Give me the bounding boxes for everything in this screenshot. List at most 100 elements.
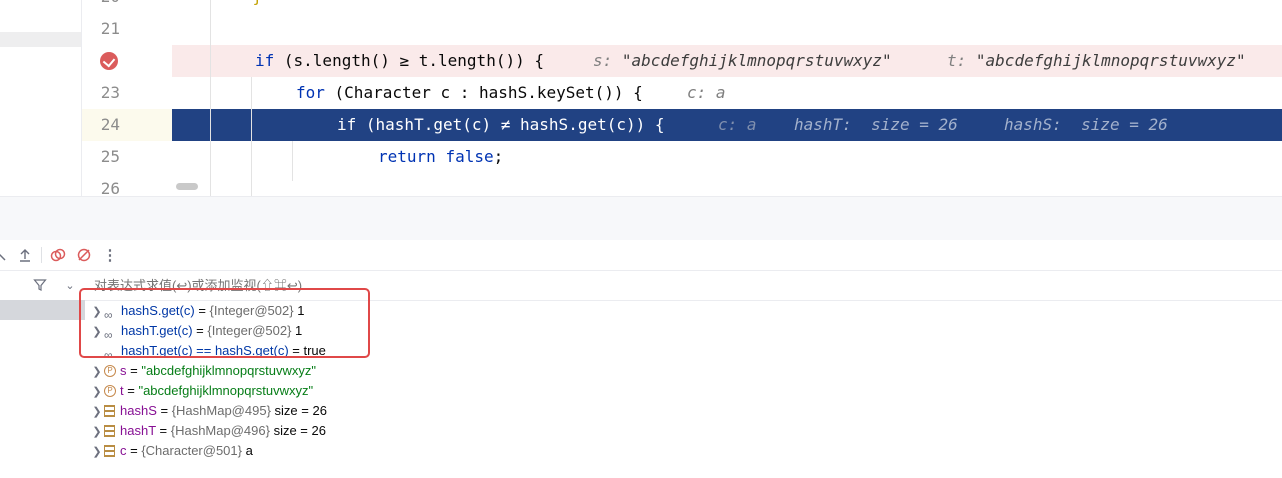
debug-tool-window-header xyxy=(0,196,1282,241)
filter-icon[interactable] xyxy=(30,275,50,295)
hint-text: c: a xyxy=(718,115,757,134)
watch-item[interactable]: ❯ ∞ hashS.get(c) = {Integer@502} 1 xyxy=(90,301,305,322)
line-number: 23 xyxy=(100,83,120,102)
value: true xyxy=(303,343,326,358)
value-type: {HashMap@496} xyxy=(170,423,270,438)
chevron-down-icon[interactable]: ⌄ xyxy=(60,275,80,295)
value-type: {HashMap@495} xyxy=(171,403,271,418)
indent-guide xyxy=(292,141,293,181)
debug-toolbar: ⋮ xyxy=(0,240,1282,271)
watch-item[interactable]: ❯ ∞ hashT.get(c) = {Integer@502} 1 xyxy=(90,321,303,342)
more-icon[interactable]: ⋮ xyxy=(100,245,120,265)
watch-expression: hashT.get(c) xyxy=(121,323,193,338)
variable-item[interactable]: ❯ c = {Character@501} a xyxy=(90,441,253,462)
line-number: 21 xyxy=(100,19,120,38)
value: "abcdefghijklmnopqrstuvwxyz" xyxy=(141,363,317,378)
expand-arrow-icon[interactable]: ❯ xyxy=(90,422,104,442)
value-type: {Integer@502} xyxy=(207,323,292,338)
keyword: return xyxy=(378,147,436,166)
view-breakpoints-icon[interactable] xyxy=(48,245,68,265)
keyword: for xyxy=(296,83,325,102)
field-icon xyxy=(104,444,115,457)
expand-arrow-icon[interactable]: ❯ xyxy=(90,322,104,342)
equals: = xyxy=(123,383,139,398)
inline-value-hint: hashT: size = 26 xyxy=(794,109,958,141)
variable-item[interactable]: ❯ hashT = {HashMap@496} size = 26 xyxy=(90,421,326,441)
watch-expression: hashS.get(c) xyxy=(121,303,195,318)
hint-label: s: xyxy=(593,51,613,70)
line-number: 25 xyxy=(100,147,120,166)
hint-label: t: xyxy=(947,51,967,70)
project-side-panel xyxy=(0,0,81,196)
variable-item[interactable]: ❯ hashS = {HashMap@495} size = 26 xyxy=(90,401,327,421)
watch-icon: ∞ xyxy=(104,327,113,342)
value: size = 26 xyxy=(270,403,327,418)
indent-guide xyxy=(251,77,252,196)
line-number: 26 xyxy=(100,179,120,196)
value: "abcdefghijklmnopqrstuvwxyz" xyxy=(138,383,314,398)
hint-value: "abcdefghijklmnopqrstuvwxyz" xyxy=(975,51,1246,70)
selected-side-item xyxy=(0,32,81,47)
indent-guide xyxy=(210,0,211,196)
inline-value-hint: c: a xyxy=(718,109,757,141)
line-number: 24 xyxy=(100,115,120,134)
equals: = xyxy=(126,363,142,378)
hint-value: "abcdefghijklmnopqrstuvwxyz" xyxy=(621,51,892,70)
code-text: (s.length() ≥ t.length()) { xyxy=(274,51,544,70)
code-line-25: return false; xyxy=(378,141,503,173)
code-line-22: if (s.length() ≥ t.length()) { xyxy=(255,45,544,77)
inline-value-hint: s: "abcdefghijklmnopqrstuvwxyz" xyxy=(593,45,892,77)
value: size = 26 xyxy=(269,423,326,438)
value: 1 xyxy=(291,323,303,338)
equals: = xyxy=(192,323,208,338)
value: 1 xyxy=(293,303,305,318)
code-text: ; xyxy=(493,147,504,166)
variable-item[interactable]: ❯ Ps = "abcdefghijklmnopqrstuvwxyz" xyxy=(90,361,316,381)
equals: = xyxy=(288,343,304,358)
horizontal-scrollbar[interactable] xyxy=(176,183,198,190)
equals: = xyxy=(126,443,142,458)
frames-panel xyxy=(0,300,85,478)
toolbar-separator xyxy=(41,247,42,263)
code-editor[interactable]: 20 21 23 24 25 26 } if (s.length() ≥ t.l… xyxy=(0,0,1282,196)
equals: = xyxy=(155,423,171,438)
hint-text: hashS: size = 26 xyxy=(1004,115,1168,134)
selected-frame[interactable] xyxy=(0,300,85,320)
variable-name: hashS xyxy=(120,403,157,418)
expand-arrow-icon[interactable]: ❯ xyxy=(90,302,104,322)
inline-value-hint: t: "abcdefghijklmnopqrstuvwxyz" xyxy=(947,45,1246,77)
parameter-icon: P xyxy=(104,364,116,377)
inline-value-hint: c: a xyxy=(687,83,726,102)
inline-value-hint: hashS: size = 26 xyxy=(1004,109,1168,141)
variable-item[interactable]: ❯ Pt = "abcdefghijklmnopqrstuvwxyz" xyxy=(90,381,313,401)
expand-arrow-icon[interactable]: ❯ xyxy=(90,382,104,402)
breakpoint-icon[interactable] xyxy=(100,52,118,70)
line-number: 20 xyxy=(82,0,120,13)
field-icon xyxy=(104,404,115,417)
evaluate-expression-input[interactable] xyxy=(94,271,694,300)
step-out-icon[interactable] xyxy=(15,245,35,265)
keyword: false xyxy=(445,147,494,166)
mute-breakpoints-icon[interactable] xyxy=(74,245,94,265)
step-into-icon[interactable] xyxy=(0,245,10,265)
expand-arrow-icon[interactable]: ❯ xyxy=(90,362,104,382)
code-line-24: if (hashT.get(c) ≠ hashS.get(c)) { xyxy=(337,109,665,141)
equals: = xyxy=(156,403,172,418)
value-type: {Character@501} xyxy=(141,443,242,458)
evaluate-expression-row: ⌄ xyxy=(0,271,1282,301)
watch-icon: ∞ xyxy=(104,307,113,322)
expand-arrow-icon[interactable]: ❯ xyxy=(90,402,104,422)
field-icon xyxy=(104,424,115,437)
expand-arrow-icon[interactable]: ❯ xyxy=(90,442,104,462)
code-line-20: } xyxy=(214,0,263,13)
watch-item[interactable]: ❯∞hashT.get(c) == hashS.get(c) = true xyxy=(90,341,326,362)
hint-text: hashT: size = 26 xyxy=(794,115,958,134)
equals: = xyxy=(194,303,210,318)
keyword: if xyxy=(337,115,357,134)
variable-name: hashT xyxy=(120,423,156,438)
value-type: {Integer@502} xyxy=(209,303,294,318)
value: a xyxy=(241,443,253,458)
code-line-23: for (Character c : hashS.keySet()) { xyxy=(296,77,643,109)
keyword: if xyxy=(255,51,275,70)
code-text: (hashT.get(c) ≠ hashS.get(c)) { xyxy=(356,115,665,134)
